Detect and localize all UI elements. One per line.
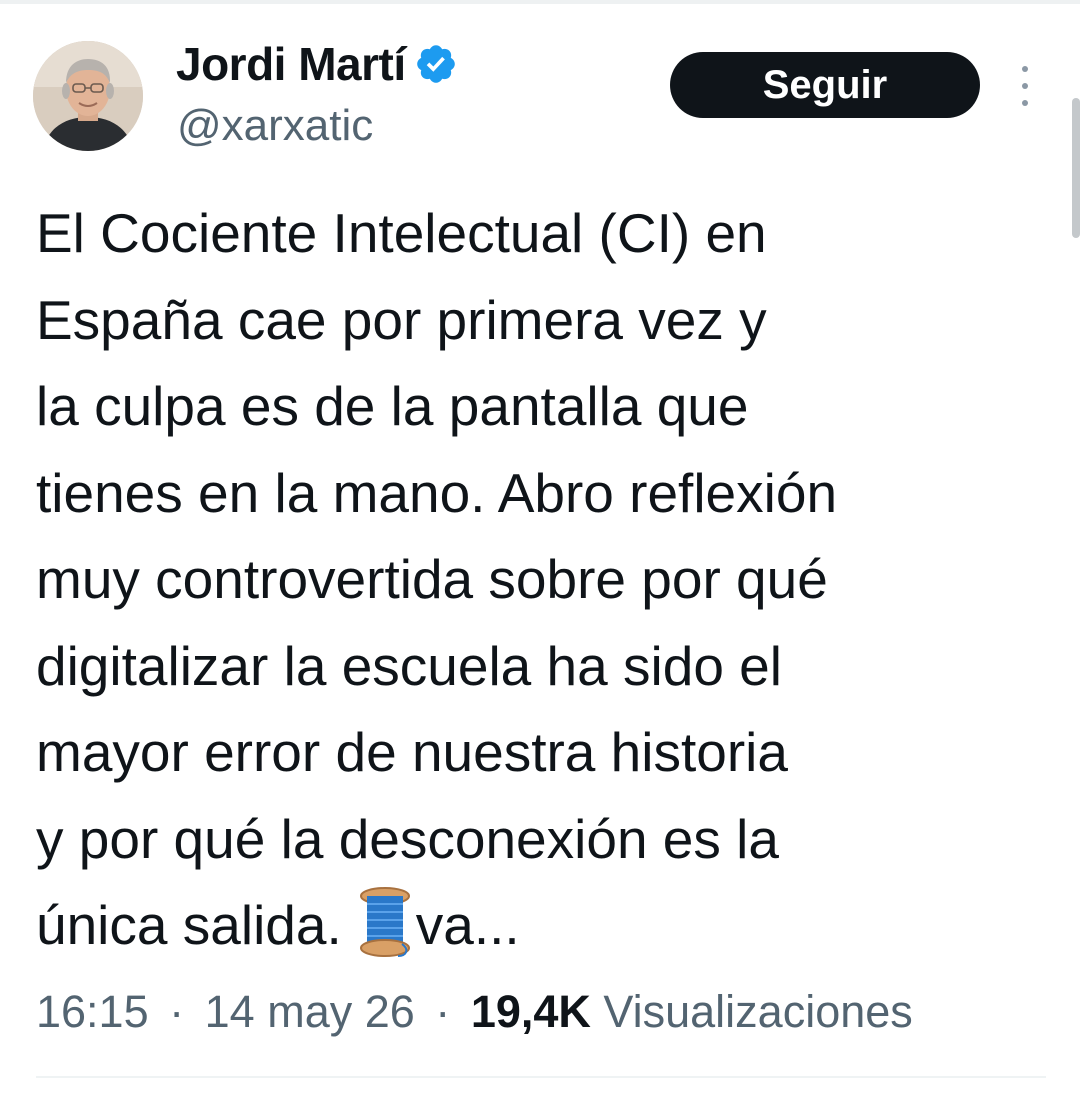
- avatar[interactable]: [33, 41, 143, 151]
- tweet-line-text: única salida.: [36, 894, 342, 956]
- meta-separator: ·: [435, 986, 451, 1037]
- bottom-divider: [36, 1076, 1046, 1078]
- tweet-line: muy controvertida sobre por qué: [36, 548, 828, 610]
- verified-badge-icon: [414, 42, 458, 86]
- thread-spool-emoji: [358, 886, 412, 958]
- tweet-meta: 16:15 · 14 may 26 · 19,4K Visualizacione…: [36, 982, 913, 1042]
- user-photo-avatar: [33, 41, 143, 151]
- tweet-line: la culpa es de la pantalla que: [36, 375, 749, 437]
- tweet-time[interactable]: 16:15: [36, 986, 149, 1037]
- more-dot: [1022, 100, 1028, 106]
- tweet-line: mayor error de nuestra historia: [36, 721, 788, 783]
- tweet-date[interactable]: 14 may 26: [205, 986, 415, 1037]
- tweet-line: digitalizar la escuela ha sido el: [36, 634, 782, 697]
- views-label: Visualizaciones: [603, 986, 913, 1037]
- tweet-trailing-text[interactable]: va...: [416, 894, 520, 956]
- views-count: 19,4K: [470, 986, 591, 1037]
- tweet-line: El Cociente Intelectual (CI) en: [36, 202, 767, 264]
- more-dot: [1022, 83, 1028, 89]
- tweet-text: El Cociente Intelectual (CI) en España c…: [36, 190, 1046, 969]
- meta-separator: ·: [169, 986, 185, 1037]
- follow-button[interactable]: Seguir: [670, 52, 980, 118]
- tweet-line: tienes en la mano. Abro reflexión: [36, 461, 838, 524]
- top-divider: [0, 0, 1080, 4]
- tweet-last-line: única salida. va...: [36, 882, 1046, 969]
- user-handle[interactable]: @xarxatic: [177, 98, 373, 154]
- more-options-icon[interactable]: [1010, 66, 1040, 106]
- display-name-row: Jordi Martí: [176, 36, 458, 92]
- scrollbar[interactable]: [1072, 98, 1080, 238]
- tweet-line: España cae por primera vez y: [36, 288, 767, 351]
- more-dot: [1022, 66, 1028, 72]
- tweet-line: y por qué la desconexión es la: [36, 807, 779, 870]
- display-name[interactable]: Jordi Martí: [176, 36, 406, 92]
